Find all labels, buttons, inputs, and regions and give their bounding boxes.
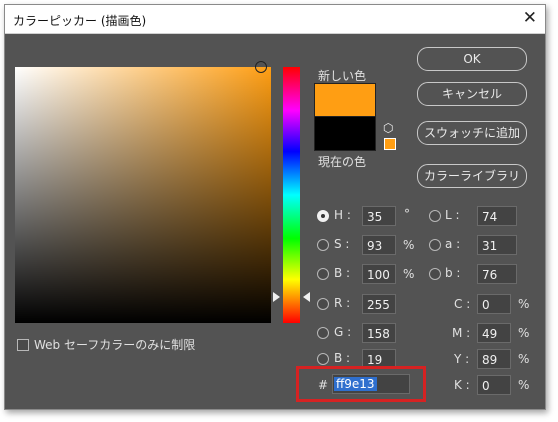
cube-icon[interactable]: ⬡: [383, 122, 395, 134]
magenta-unit: %: [518, 326, 530, 340]
red-field[interactable]: 255: [362, 294, 396, 314]
hue-slider-left-arrow[interactable]: [273, 292, 280, 302]
saturation-key: S :: [334, 237, 350, 251]
saturation-field[interactable]: 93: [362, 235, 396, 255]
radio-lab-a[interactable]: [429, 239, 441, 251]
black-unit: %: [518, 378, 530, 392]
radio-green[interactable]: [317, 327, 329, 339]
saturation-unit: %: [403, 238, 415, 252]
radio-saturation[interactable]: [317, 239, 329, 251]
brightness-field[interactable]: 100: [362, 264, 396, 284]
color-libraries-button[interactable]: カラーライブラリ: [417, 164, 527, 188]
hue-slider[interactable]: [283, 67, 300, 323]
highlight-frame: [296, 366, 426, 402]
radio-red[interactable]: [317, 298, 329, 310]
green-key: G :: [334, 325, 352, 339]
lab-b-field[interactable]: 76: [477, 264, 517, 284]
hue-field[interactable]: 35: [362, 206, 396, 226]
web-safe-warning-swatch[interactable]: [384, 138, 396, 150]
radio-lab-b[interactable]: [429, 268, 441, 280]
cancel-button[interactable]: キャンセル: [417, 82, 527, 106]
magenta-key: M :: [452, 326, 471, 340]
lab-l-field[interactable]: 74: [477, 206, 517, 226]
hue-slider-right-arrow[interactable]: [303, 292, 310, 302]
ok-button[interactable]: OK: [417, 47, 527, 71]
hue-unit: °: [404, 207, 410, 221]
add-to-swatches-button[interactable]: スウォッチに追加: [417, 121, 527, 145]
magenta-field[interactable]: 49: [477, 323, 511, 343]
radio-blue[interactable]: [317, 353, 329, 365]
radio-hue[interactable]: [317, 210, 329, 222]
lab-b-key: b :: [445, 266, 461, 280]
black-field[interactable]: 0: [477, 375, 511, 395]
web-safe-checkbox[interactable]: [17, 339, 29, 351]
brightness-unit: %: [403, 267, 415, 281]
red-key: R :: [334, 296, 351, 310]
yellow-unit: %: [518, 352, 530, 366]
new-color-label: 新しい色: [318, 69, 367, 83]
cyan-key: C :: [454, 297, 471, 311]
yellow-key: Y :: [454, 352, 470, 366]
lab-a-field[interactable]: 31: [477, 235, 517, 255]
window-title: カラーピッカー (描画色): [13, 14, 147, 28]
yellow-field[interactable]: 89: [477, 349, 511, 369]
current-color-label: 現在の色: [318, 155, 367, 169]
cyan-unit: %: [518, 297, 530, 311]
radio-brightness[interactable]: [317, 268, 329, 280]
hue-key: H :: [334, 208, 351, 222]
blue-key: B :: [334, 351, 351, 365]
green-field[interactable]: 158: [362, 323, 396, 343]
close-icon[interactable]: ✕: [523, 8, 537, 28]
radio-lab-l[interactable]: [429, 210, 441, 222]
web-safe-label: Web セーフカラーのみに制限: [34, 338, 196, 352]
black-key: K :: [454, 378, 470, 392]
new-color-swatch: [314, 83, 376, 118]
color-field-marker[interactable]: [255, 61, 267, 73]
lab-a-key: a :: [445, 237, 461, 251]
title-bar: カラーピッカー (描画色) ✕: [5, 5, 545, 34]
current-color-swatch[interactable]: [314, 116, 376, 151]
lab-l-key: L :: [445, 208, 460, 222]
color-field[interactable]: [15, 61, 271, 323]
color-picker-dialog: カラーピッカー (描画色) ✕ 新しい色 現在の色 ⬡ OK キャンセル スウォ…: [4, 4, 546, 410]
brightness-key: B :: [334, 266, 351, 280]
cyan-field[interactable]: 0: [477, 294, 511, 314]
